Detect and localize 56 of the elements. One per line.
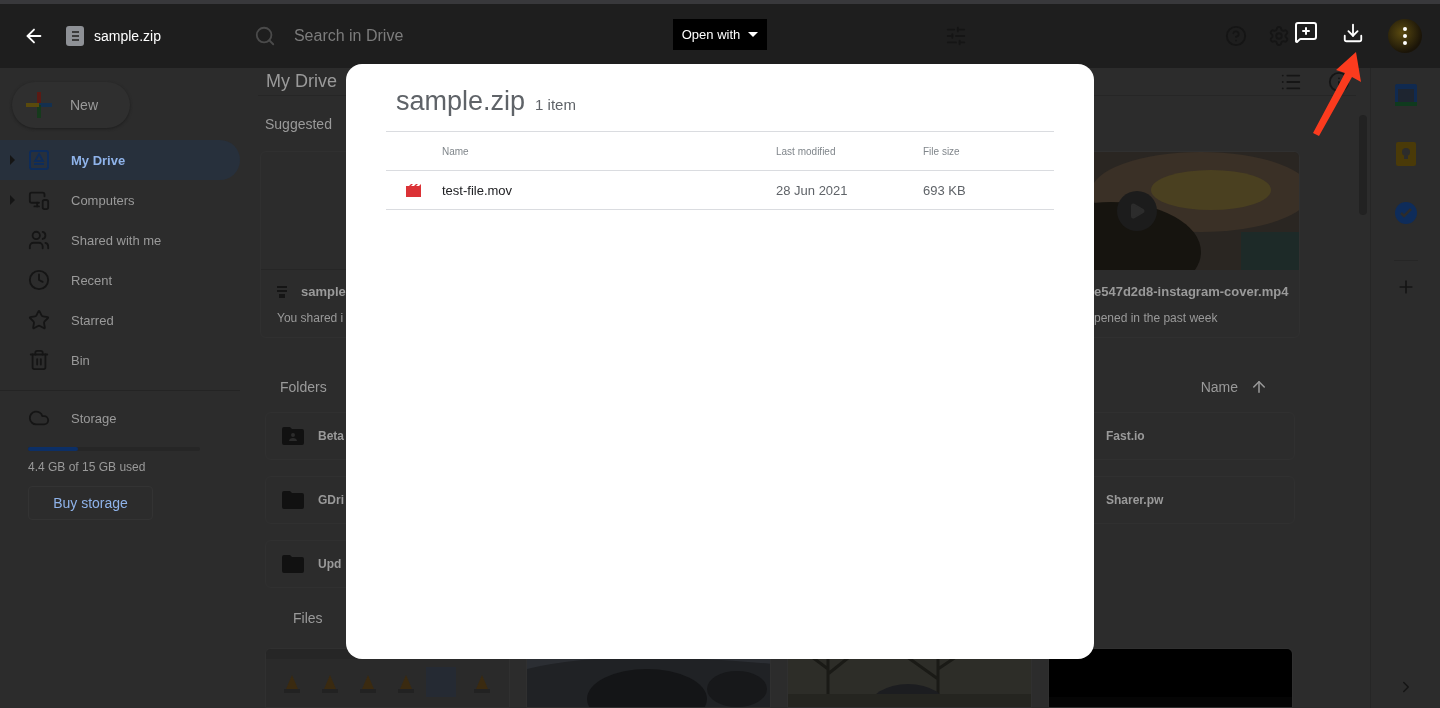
file-name: sample: [301, 284, 346, 299]
open-with-button[interactable]: Open with: [672, 18, 768, 50]
storage-usage: 4.4 GB of 15 GB used: [28, 460, 147, 474]
file-name[interactable]: test-file.mov: [442, 182, 776, 198]
shared-icon: [27, 228, 51, 252]
more-vertical-icon: [1403, 27, 1407, 45]
nav-item[interactable]: Bin: [0, 340, 240, 380]
add-comment-button[interactable]: [1294, 20, 1318, 44]
plus-icon: [26, 92, 52, 118]
calendar-icon[interactable]: [1394, 84, 1417, 106]
sort-button[interactable]: Name: [1200, 378, 1268, 396]
folder-name: Fast.io: [1106, 429, 1145, 443]
drive-icon: [27, 148, 51, 172]
recent-icon: [27, 268, 51, 292]
nav-item[interactable]: Computers: [0, 180, 240, 220]
nav-item[interactable]: Starred: [0, 300, 240, 340]
folder-icon: [282, 491, 304, 509]
search-icon: [253, 25, 276, 47]
archive-file-icon: [66, 26, 84, 46]
bin-icon: [27, 348, 51, 372]
folder-name: Sharer.pw: [1106, 493, 1164, 507]
lightbulb-note-icon[interactable]: [1395, 142, 1416, 166]
expand-icon[interactable]: [10, 155, 15, 165]
download-button[interactable]: [1341, 21, 1365, 45]
file-name: sample.zip: [94, 28, 161, 44]
item-count: 1 item: [535, 96, 576, 113]
dialog-title: sample.zip: [396, 86, 526, 117]
column-header: File size: [923, 145, 961, 157]
page-title: My Drive: [266, 71, 337, 92]
nav-item[interactable]: Recent: [0, 260, 240, 300]
nav-item[interactable]: Shared with me: [0, 220, 240, 260]
folder-icon: [282, 555, 304, 573]
buy-storage-button[interactable]: Buy storage: [28, 486, 153, 520]
file-name: e547d2d8-instagram-cover.mp4: [1094, 284, 1289, 299]
shared-folder-icon: [282, 427, 304, 445]
section-heading: Suggested: [264, 116, 333, 132]
search-field[interactable]: Search in Drive: [291, 26, 522, 46]
table-cell-text: 693 KB: [923, 182, 967, 198]
column-header: Last modified: [776, 145, 837, 157]
caret-icon: [748, 31, 759, 37]
nav-item[interactable]: My Drive: [0, 140, 240, 180]
section-heading: Folders: [279, 379, 327, 395]
tasks-icon[interactable]: [1394, 202, 1417, 224]
section-heading: Files: [292, 610, 324, 626]
column-header: Name: [442, 145, 470, 157]
more-options-button[interactable]: [1388, 19, 1422, 53]
folder-name: Upd: [318, 557, 342, 571]
storage-label: Storage: [71, 410, 117, 426]
new-button[interactable]: New: [12, 82, 130, 128]
folder-name: GDri: [318, 493, 344, 507]
video-file-icon: [406, 183, 422, 197]
file-activity: pened in the past week: [1094, 311, 1219, 325]
table-cell-text: 28 Jun 2021: [776, 182, 849, 198]
folder-name: Beta: [318, 429, 344, 443]
starred-icon: [27, 308, 51, 332]
file-activity: You shared i: [277, 311, 345, 325]
